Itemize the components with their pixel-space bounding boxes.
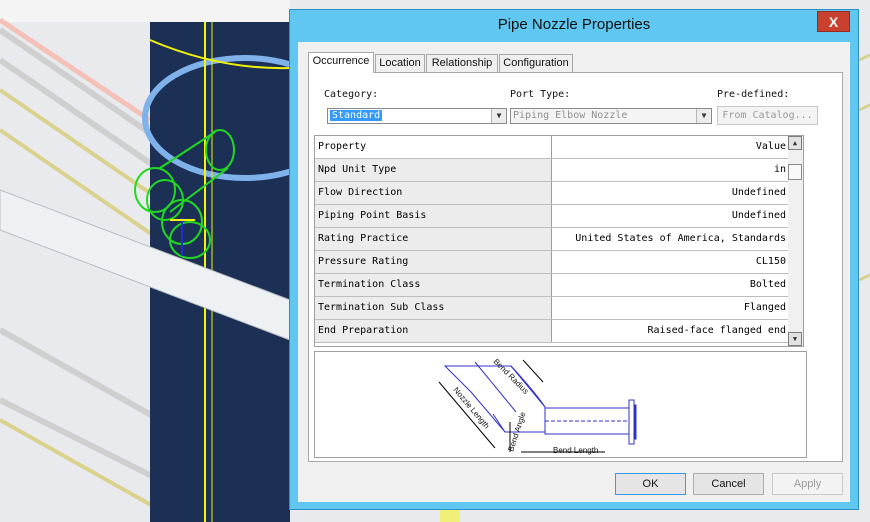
table-row[interactable]: Rating Practice United States of America…: [315, 228, 803, 251]
dialog-title-bar[interactable]: Pipe Nozzle Properties X: [290, 10, 858, 40]
occurrence-panel: Category: Port Type: Pre-defined: Standa…: [308, 72, 843, 462]
property-value[interactable]: in: [552, 159, 788, 181]
property-name: Rating Practice: [315, 228, 552, 250]
property-value[interactable]: United States of America, Standards: [552, 228, 788, 250]
property-name: Npd Unit Type: [315, 159, 552, 181]
chevron-down-icon[interactable]: ▼: [696, 109, 711, 123]
scroll-thumb[interactable]: [788, 164, 802, 180]
scroll-up-icon[interactable]: ▲: [788, 136, 802, 150]
apply-button[interactable]: Apply: [772, 473, 843, 495]
property-name: Flow Direction: [315, 182, 552, 204]
category-value: Standard: [330, 110, 383, 121]
scroll-down-icon[interactable]: ▼: [788, 332, 802, 346]
property-name: Termination Class: [315, 274, 552, 296]
property-name: Pressure Rating: [315, 251, 552, 273]
from-catalog-button[interactable]: From Catalog...: [717, 106, 818, 125]
elbow-nozzle-diagram: Bend Radius Nozzle Length Bend Angle Ben…: [438, 357, 637, 455]
cancel-button[interactable]: Cancel: [693, 473, 764, 495]
grid-vertical-scrollbar[interactable]: ▲ ▼: [788, 136, 803, 346]
table-row[interactable]: Npd Unit Type in: [315, 159, 803, 182]
property-name: End Preparation: [315, 320, 552, 342]
dialog-client-area: Occurrence Location Relationship Configu…: [298, 42, 850, 502]
grid-header-property: Property: [315, 136, 552, 158]
property-name: Piping Point Basis: [315, 205, 552, 227]
bend-length-label: Bend Length: [553, 446, 598, 455]
port-type-dropdown[interactable]: Piping Elbow Nozzle ▼: [510, 108, 712, 124]
property-value[interactable]: CL150: [552, 251, 788, 273]
table-row[interactable]: Flow Direction Undefined: [315, 182, 803, 205]
table-row[interactable]: Termination Sub Class Flanged: [315, 297, 803, 320]
pipe-nozzle-properties-dialog: Pipe Nozzle Properties X Occurrence Loca…: [289, 9, 859, 510]
property-value[interactable]: Undefined: [552, 205, 788, 227]
chevron-down-icon[interactable]: ▼: [491, 109, 506, 123]
tab-occurrence[interactable]: Occurrence: [308, 52, 374, 73]
category-label: Category:: [324, 89, 379, 100]
close-button[interactable]: X: [817, 11, 850, 32]
port-type-value: Piping Elbow Nozzle: [513, 110, 628, 121]
property-value[interactable]: Bolted: [552, 274, 788, 296]
dialog-title: Pipe Nozzle Properties: [497, 16, 651, 33]
table-row[interactable]: Termination Class Bolted: [315, 274, 803, 297]
property-value[interactable]: Flanged: [552, 297, 788, 319]
property-name: Termination Sub Class: [315, 297, 552, 319]
predefined-label: Pre-defined:: [717, 89, 790, 100]
grid-header-row: Property Value: [315, 136, 803, 159]
nozzle-preview-panel: Bend Radius Nozzle Length Bend Angle Ben…: [314, 351, 807, 458]
tab-relationship[interactable]: Relationship: [426, 54, 498, 72]
tab-configuration[interactable]: Configuration: [499, 54, 573, 72]
property-grid: Property Value Npd Unit Type in Flow Dir…: [314, 135, 804, 347]
ok-button[interactable]: OK: [615, 473, 686, 495]
table-row[interactable]: Pressure Rating CL150: [315, 251, 803, 274]
close-icon: X: [828, 14, 839, 30]
property-value[interactable]: Undefined: [552, 182, 788, 204]
tab-location[interactable]: Location: [375, 54, 425, 72]
category-dropdown[interactable]: Standard ▼: [327, 108, 507, 124]
port-type-label: Port Type:: [510, 89, 571, 100]
grid-header-value: Value: [552, 136, 788, 158]
table-row[interactable]: Piping Point Basis Undefined: [315, 205, 803, 228]
property-value[interactable]: Raised-face flanged end: [552, 320, 788, 342]
table-row[interactable]: End Preparation Raised-face flanged end: [315, 320, 803, 343]
